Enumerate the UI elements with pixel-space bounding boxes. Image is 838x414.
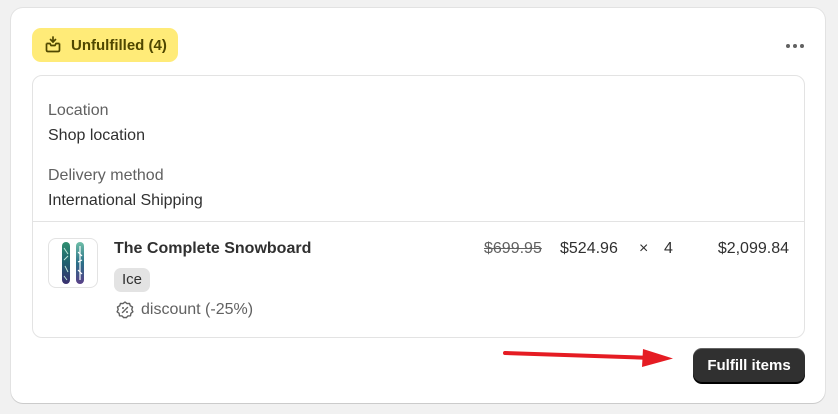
product-thumbnail[interactable] (48, 238, 98, 288)
status-badge: Unfulfilled (4) (32, 28, 178, 62)
status-label: Unfulfilled (4) (71, 36, 167, 54)
discount-info: discount (-25%) (115, 300, 253, 320)
variant-badge: Ice (114, 268, 151, 292)
more-actions-button[interactable] (781, 36, 809, 56)
divider (33, 221, 804, 222)
snowboard-image (62, 242, 84, 284)
quantity: 4 (664, 240, 673, 257)
sale-price: $524.96 (560, 240, 618, 257)
location-label: Location (48, 102, 109, 119)
unfulfilled-card: Unfulfilled (4) Location Shop location D… (11, 8, 825, 403)
fulfill-items-button[interactable]: Fulfill items (693, 348, 805, 383)
discount-label: discount (-25%) (141, 301, 254, 318)
location-value: Shop location (48, 127, 145, 144)
multiply-symbol: × (639, 240, 649, 257)
delivery-method-value: International Shipping (48, 192, 203, 209)
line-total: $2,099.84 (717, 240, 789, 257)
fulfillment-details-box: Location Shop location Delivery method I… (32, 75, 805, 338)
fulfillment-pending-icon (45, 36, 61, 53)
original-price: $699.95 (484, 240, 542, 257)
delivery-method-label: Delivery method (48, 167, 164, 184)
product-name-link[interactable]: The Complete Snowboard (114, 240, 311, 258)
annotation-arrow (503, 349, 673, 367)
discount-badge-icon (116, 301, 134, 319)
more-horizontal-icon (786, 44, 790, 48)
